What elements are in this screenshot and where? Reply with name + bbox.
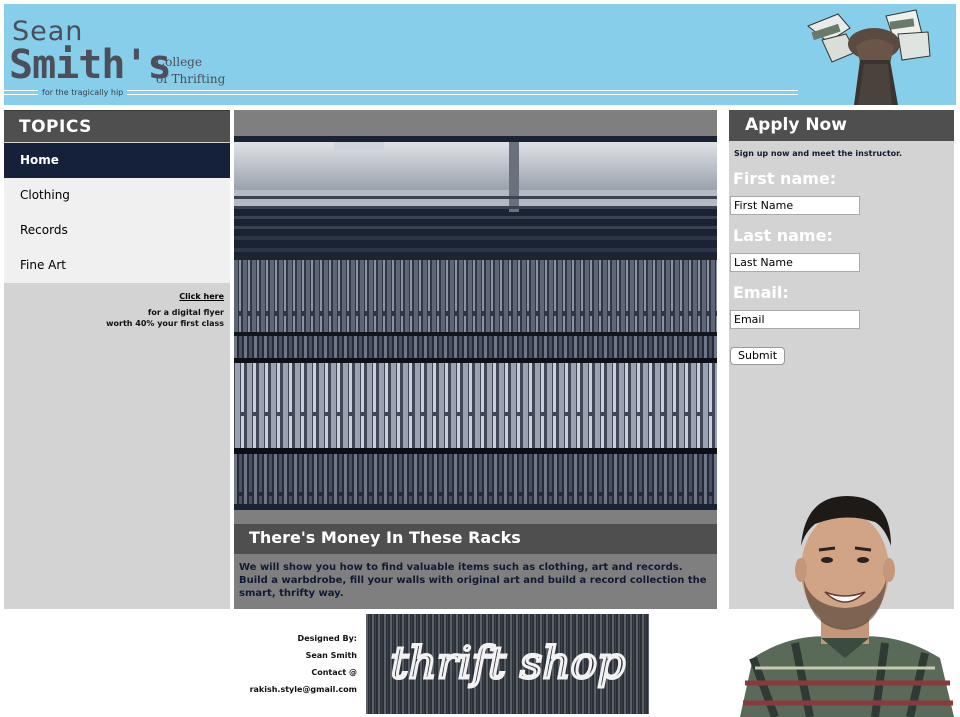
footer-credits: Designed By: Sean Smith Contact @ rakish… [240,630,357,698]
clothing-racks-photo [234,136,717,510]
flyer-promo: Click here for a digital flyer worth 40%… [4,283,230,329]
logo-subtitle: College of Thrifting [156,54,225,88]
signup-note: Sign up now and meet the instructor. [734,149,902,158]
thrift-shop-sign-art: thrift shop [366,614,649,714]
credits-line3: Contact @ [311,668,357,677]
apply-heading: Apply Now [729,110,954,141]
nav-item-clothing[interactable]: Clothing [4,178,230,213]
racks-photo-art [234,136,717,510]
last-name-input[interactable] [730,253,860,272]
section-body-text: We will show you how to find valuable it… [239,562,707,599]
main-content: There's Money In These Racks We will sho… [234,110,717,609]
topics-nav: Home Clothing Records Fine Art [4,143,230,283]
topics-sidebar: TOPICS Home Clothing Records Fine Art Cl… [4,110,230,609]
thrift-shop-sign-text: thrift shop [391,638,626,689]
section-title: There's Money In These Racks [234,524,717,554]
promo-text-line1: for a digital flyer [147,308,224,317]
logo-last-name: Smith's [9,42,172,88]
nav-item-records[interactable]: Records [4,213,230,248]
logo-subtitle-line1: College [156,55,202,69]
thrift-shop-sign-image: thrift shop [366,614,649,714]
credits-line2: Sean Smith [305,651,357,660]
fist-with-money-image [798,4,956,105]
email-input[interactable] [730,310,860,329]
first-name-input[interactable] [730,196,860,215]
instructor-portrait [740,496,954,717]
credits-line1: Designed By: [297,634,357,643]
logo-tagline: for the tragically hip [38,88,128,97]
nav-item-fine-art[interactable]: Fine Art [4,248,230,283]
topics-heading: TOPICS [4,110,230,142]
email-label: Email: [733,283,789,302]
submit-button[interactable]: Submit [730,347,786,365]
last-name-label: Last name: [733,226,833,245]
nav-item-home[interactable]: Home [4,143,230,178]
first-name-label: First name: [733,169,837,188]
promo-text-line2: worth 40% your first class [106,319,224,328]
site-header: Sean Smith's College of Thrifting for th… [4,4,956,105]
contact-email[interactable]: rakish.style@gmail.com [240,681,357,698]
flyer-link[interactable]: Click here [4,291,224,302]
logo-subtitle-line2: of Thrifting [156,72,226,86]
